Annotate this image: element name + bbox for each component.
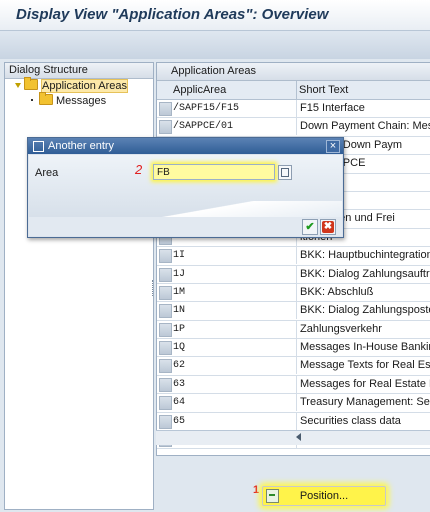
row-selector[interactable]: [159, 285, 172, 300]
application-toolbar: [0, 30, 430, 60]
bullet-icon: [31, 99, 33, 101]
table-caption: Application Areas: [157, 63, 430, 81]
cell-short-text: F15 Interface: [296, 100, 430, 117]
expand-triangle-icon[interactable]: [15, 83, 21, 88]
tree-node-application-areas[interactable]: Application Areas: [5, 77, 153, 94]
decorative-swoosh: [29, 201, 342, 217]
area-input[interactable]: FB: [153, 164, 275, 180]
row-selector[interactable]: [159, 396, 172, 411]
table-row[interactable]: /SAPF15/F15 F15 Interface: [157, 100, 430, 119]
row-selector[interactable]: [159, 341, 172, 356]
row-selector[interactable]: [159, 414, 172, 429]
column-header-short-text[interactable]: Short Text: [296, 81, 430, 99]
confirm-check-icon[interactable]: ✔: [302, 219, 318, 235]
cell-applicarea: 1P: [173, 323, 186, 335]
value-help-icon[interactable]: [278, 165, 292, 180]
table-row[interactable]: 1N BKK: Dialog Zahlungsposten: [157, 302, 430, 321]
cell-short-text: Down Payment Chain: Messag: [296, 118, 430, 136]
cell-short-text: Messages In-House Banking: [296, 339, 430, 357]
row-selector[interactable]: [159, 322, 172, 337]
area-label: Area: [35, 167, 59, 179]
cell-applicarea: /SAPPCE/01: [173, 121, 234, 133]
panel-splitter[interactable]: [152, 280, 155, 296]
tree-node-label[interactable]: Application Areas: [41, 79, 128, 93]
table-row[interactable]: 63 Messages for Real Estate Mana: [157, 375, 430, 395]
cell-applicarea: 64: [173, 397, 186, 409]
tree-node-messages[interactable]: Messages: [5, 92, 153, 109]
open-folder-icon: [24, 77, 38, 90]
cell-short-text: Message Texts for Real Estate: [296, 357, 430, 375]
cell-applicarea: 63: [173, 378, 186, 390]
table-row[interactable]: 64 Treasury Management: Secur: [157, 394, 430, 413]
annotation-mark-2: 2: [135, 162, 143, 177]
table-header: ApplicArea Short Text: [157, 81, 430, 100]
column-header-applicarea[interactable]: ApplicArea: [173, 81, 293, 99]
dialog-body: Area 2 FB: [29, 155, 342, 217]
cell-short-text: Zahlungsverkehr: [296, 320, 430, 338]
cancel-x-icon: ✖: [322, 221, 334, 233]
row-selector[interactable]: [159, 377, 172, 392]
scroll-left-icon[interactable]: [296, 433, 301, 441]
cell-short-text: Treasury Management: Secur: [296, 394, 430, 412]
window-title: Display View "Application Areas": Overvi…: [16, 6, 329, 23]
cancel-x-button[interactable]: ✖: [320, 219, 336, 235]
cell-applicarea: 62: [173, 360, 186, 372]
folder-icon: [39, 92, 53, 105]
cell-applicarea: 1M: [173, 286, 186, 298]
cell-applicarea: 1N: [173, 305, 186, 317]
row-selector[interactable]: [159, 359, 172, 374]
position-icon: [266, 489, 279, 503]
cell-short-text: Securities class data: [296, 412, 430, 430]
table-row[interactable]: 1Q Messages In-House Banking: [157, 339, 430, 358]
annotation-mark-1: 1: [253, 484, 260, 496]
table-row[interactable]: 1J BKK: Dialog Zahlungsauftrag: [157, 265, 430, 284]
row-selector[interactable]: [159, 120, 172, 135]
horizontal-scrollbar[interactable]: [156, 430, 430, 445]
table-row[interactable]: 1P Zahlungsverkehr: [157, 320, 430, 340]
cell-short-text: BKK: Abschluß: [296, 283, 430, 301]
another-entry-dialog: Another entry × Area 2 FB ✔ ✖: [27, 137, 344, 238]
position-button[interactable]: Position...: [262, 486, 386, 506]
table-row[interactable]: 1I BKK: Hauptbuchintegration: [157, 247, 430, 266]
position-button-label: Position...: [299, 490, 349, 502]
dialog-footer: ✔ ✖: [29, 217, 342, 236]
row-selector[interactable]: [159, 267, 172, 282]
application-areas-table: Application Areas ApplicArea Short Text …: [156, 62, 430, 456]
cell-applicarea: 65: [173, 415, 186, 427]
close-icon[interactable]: ×: [326, 140, 340, 153]
cell-short-text: BKK: Dialog Zahlungsauftrag: [296, 265, 430, 283]
cell-short-text: Messages for Real Estate Mana: [296, 375, 430, 393]
cell-short-text: BKK: Dialog Zahlungsposten: [296, 302, 430, 320]
table-row[interactable]: /SAPPCE/01 Down Payment Chain: Messag: [157, 118, 430, 137]
tree-node-label[interactable]: Messages: [56, 95, 106, 107]
edit-icon: [33, 141, 44, 152]
row-selector[interactable]: [159, 249, 172, 264]
cell-applicarea: 1J: [173, 268, 186, 280]
table-row[interactable]: 1M BKK: Abschluß: [157, 283, 430, 303]
cell-applicarea: /SAPF15/F15: [173, 103, 240, 114]
cell-short-text: BKK: Hauptbuchintegration: [296, 247, 430, 265]
title-bar: Display View "Application Areas": Overvi…: [0, 0, 430, 30]
dialog-title: Another entry: [48, 140, 115, 152]
table-row[interactable]: 65 Securities class data: [157, 412, 430, 432]
cell-applicarea: 1Q: [173, 342, 186, 354]
dialog-structure-panel: Dialog Structure Application Areas Messa…: [4, 62, 154, 510]
dialog-title-bar: Another entry ×: [28, 138, 343, 154]
table-row[interactable]: 62 Message Texts for Real Estate: [157, 357, 430, 376]
row-selector[interactable]: [159, 304, 172, 319]
row-selector[interactable]: [159, 102, 172, 116]
cell-applicarea: 1I: [173, 250, 186, 262]
